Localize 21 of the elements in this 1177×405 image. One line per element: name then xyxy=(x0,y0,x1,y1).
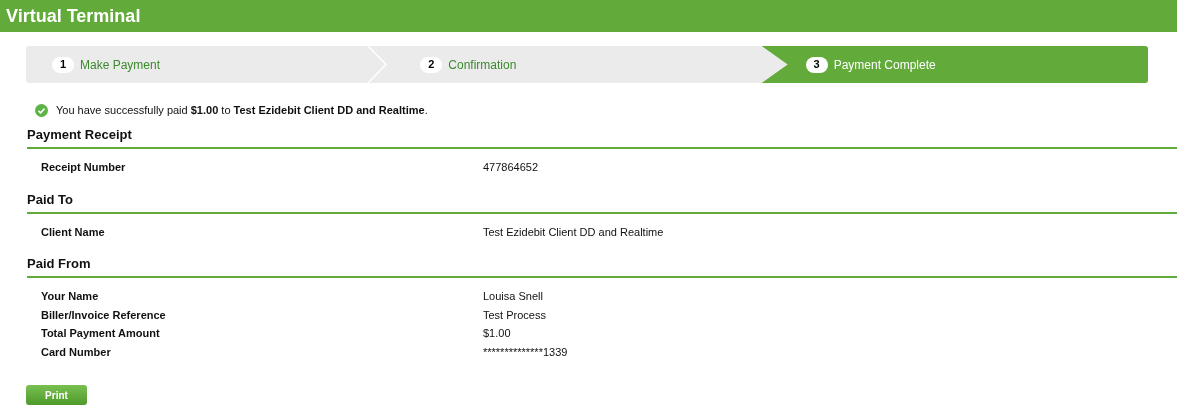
page-title: Virtual Terminal xyxy=(6,4,141,28)
step-tab[interactable]: 2 Confirmation xyxy=(394,46,763,83)
field-label: Biller/Invoice Reference xyxy=(41,307,167,323)
field-value: 477864652 xyxy=(483,160,539,175)
field-label: Your Name xyxy=(41,289,100,304)
success-message: You have successfully paid $1.00 to Test Ezidebit Client DD and Realtime. xyxy=(56,102,428,118)
step-tab[interactable]: 1 Make Payment xyxy=(26,46,395,83)
field-label: Total Payment Amount xyxy=(41,326,161,341)
field-label: Card Number xyxy=(41,344,112,360)
field-label: Client Name xyxy=(41,224,106,240)
field-value: $1.00 xyxy=(483,326,511,341)
section-heading: Paid To xyxy=(27,191,73,207)
field-value: **************1339 xyxy=(483,344,568,360)
field-value: Test Process xyxy=(483,307,546,323)
step-tab[interactable]: 3 Payment Complete xyxy=(761,46,1148,83)
field-label: Receipt Number xyxy=(41,160,127,175)
section-heading: Paid From xyxy=(27,256,91,271)
field-value: Test Ezidebit Client DD and Realtime xyxy=(483,224,664,240)
field-value: Louisa Snell xyxy=(483,289,543,304)
section-heading: Payment Receipt xyxy=(27,127,132,142)
success-check-icon xyxy=(35,103,48,117)
